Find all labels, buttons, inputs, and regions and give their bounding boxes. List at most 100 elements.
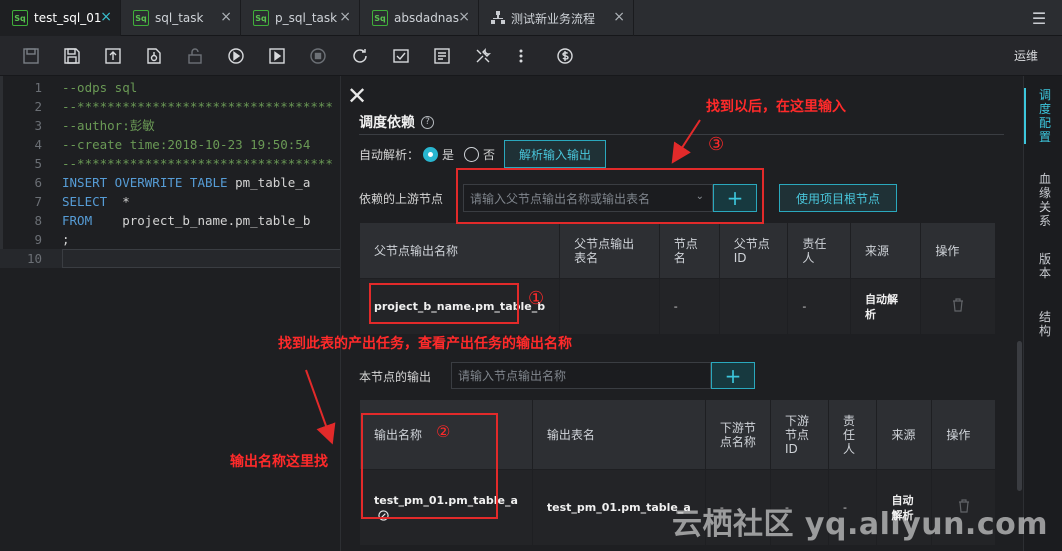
close-icon[interactable]: ✕ <box>347 84 367 108</box>
col-header: 来源 <box>849 222 922 279</box>
right-rail: 调度配置 血缘关系 版本 结构 <box>1023 76 1062 551</box>
col-header: 节点名 <box>658 222 720 279</box>
code-line: 7 SELECT * <box>34 194 130 209</box>
ops-link[interactable]: 运维 <box>1014 47 1038 64</box>
rail-item-lineage[interactable]: 血缘关系 <box>1038 172 1052 228</box>
save-as-icon[interactable] <box>62 46 82 66</box>
section-title-text: 调度依赖 <box>359 115 415 131</box>
col-header: 责任人 <box>827 399 878 470</box>
more-icon[interactable] <box>511 46 531 66</box>
section-title: 调度依赖 ? <box>359 112 434 132</box>
col-header: 操作 <box>920 222 996 279</box>
code-line-current: 10 <box>0 249 340 268</box>
annotation-box-output-name <box>361 413 498 519</box>
toolbar: 运维 <box>0 36 1062 76</box>
annotation-mid-note: 找到此表的产出任务，查看产出任务的输出名称 <box>278 336 572 352</box>
col-header: 输出表名 <box>531 399 706 470</box>
sql-file-icon: Sq <box>133 10 149 26</box>
code-line: 2 --********************************** <box>34 99 333 114</box>
tab-label: absdadnas <box>394 11 460 25</box>
table-header-row: 父节点输出名称 父节点输出表名 节点名 父节点ID 责任人 来源 操作 <box>358 222 996 279</box>
wrench-icon[interactable] <box>473 46 493 66</box>
reload-icon[interactable] <box>350 46 370 66</box>
run-icon[interactable] <box>226 46 246 66</box>
cost-icon[interactable] <box>555 46 575 66</box>
sql-file-icon: Sq <box>12 10 28 26</box>
help-icon[interactable]: ? <box>421 115 434 129</box>
tab-business-flow[interactable]: 测试新业务流程 × <box>479 0 634 36</box>
cell-table-name <box>559 278 660 335</box>
code-line: 4 --create time:2018-10-23 19:50:54 <box>34 137 311 152</box>
col-header: 下游节点ID <box>769 399 829 470</box>
annotation-marker-1: ① <box>528 288 545 309</box>
flow-icon <box>491 11 505 25</box>
cell-owner: - <box>787 278 851 335</box>
col-header: 责任人 <box>787 222 851 279</box>
col-header: 父节点输出表名 <box>559 222 660 279</box>
save-icon[interactable] <box>21 46 41 66</box>
code-line: 1 --odps sql <box>34 80 138 95</box>
code-line: 6 INSERT OVERWRITE TABLE pm_table_a <box>34 175 311 190</box>
lock-icon[interactable] <box>185 46 205 66</box>
divider <box>359 134 1004 135</box>
rail-item-structure[interactable]: 结构 <box>1038 310 1052 338</box>
code-editor[interactable]: 1 --odps sql 2 --*************************… <box>0 76 340 551</box>
code-line: 9; <box>34 232 70 247</box>
tab-label: test_sql_01 <box>34 11 102 25</box>
tab-label: 测试新业务流程 <box>511 11 596 26</box>
tab-label: p_sql_task <box>275 11 338 25</box>
col-header: 操作 <box>931 399 996 470</box>
output-input[interactable]: 请输入节点输出名称 <box>451 362 711 389</box>
cell-source: 自动解析 <box>849 278 922 335</box>
rail-active-indicator <box>1024 88 1026 144</box>
annotation-box-upstream-name <box>369 283 519 324</box>
annotation-marker-3: ③ <box>708 134 725 155</box>
add-output-button[interactable]: + <box>711 362 755 389</box>
close-icon[interactable]: × <box>458 10 470 24</box>
upload-icon[interactable] <box>103 46 123 66</box>
close-icon[interactable]: × <box>613 10 625 24</box>
radio-no[interactable] <box>464 146 480 162</box>
rail-item-version[interactable]: 版本 <box>1038 252 1052 280</box>
cell-action <box>920 278 996 335</box>
parse-io-button[interactable]: 解析输入输出 <box>504 140 607 168</box>
scrollbar[interactable] <box>1017 341 1022 491</box>
annotation-marker-2: ② <box>436 422 451 441</box>
run-params-icon[interactable] <box>267 46 287 66</box>
col-header: 来源 <box>876 399 933 470</box>
tab-sql-task[interactable]: Sq sql_task × <box>121 0 241 36</box>
radio-yes-label: 是 <box>442 147 455 162</box>
check-icon[interactable] <box>391 46 411 66</box>
sql-file-icon: Sq <box>372 10 388 26</box>
annotation-box-upstream <box>456 168 764 224</box>
stop-icon[interactable] <box>308 46 328 66</box>
trash-icon[interactable] <box>952 297 964 312</box>
upstream-label: 依赖的上游节点 <box>359 192 444 206</box>
annotation-top-note: 找到以后，在这里输入 <box>706 99 846 115</box>
format-icon[interactable] <box>432 46 452 66</box>
steal-lock-icon[interactable] <box>144 46 164 66</box>
rail-item-schedule-config[interactable]: 调度配置 <box>1038 88 1052 144</box>
tab-label: sql_task <box>155 11 204 25</box>
code-line: 8 FROM project_b_name.pm_table_b <box>34 213 311 228</box>
close-icon[interactable]: × <box>220 10 232 24</box>
col-header: 父节点ID <box>718 222 789 279</box>
auto-parse-label: 自动解析： <box>359 147 420 162</box>
use-root-node-button[interactable]: 使用项目根节点 <box>779 184 898 212</box>
menu-icon[interactable]: ☰ <box>1016 0 1062 36</box>
auto-parse-row: 自动解析： 是 否 解析输入输出 <box>359 140 607 168</box>
tab-test-sql-01[interactable]: Sq test_sql_01 × <box>0 0 121 37</box>
radio-yes[interactable] <box>423 146 439 162</box>
watermark: 云栖社区 yq.aliyun.com <box>671 507 1048 542</box>
tab-bar: Sq test_sql_01 × Sq sql_task × Sq p_sql_… <box>0 0 1062 37</box>
cell-node-name: - <box>658 278 720 335</box>
tab-p-sql-task[interactable]: Sq p_sql_task × <box>241 0 360 36</box>
radio-no-label: 否 <box>483 147 496 162</box>
annotation-left-note: 输出名称这里找 <box>230 454 328 470</box>
code-line: 5 --********************************** <box>34 156 333 171</box>
col-header: 下游节点名称 <box>704 399 771 470</box>
close-icon[interactable]: × <box>339 10 351 24</box>
tab-absdadnas[interactable]: Sq absdadnas × <box>360 0 479 36</box>
output-label: 本节点的输出 <box>359 370 432 384</box>
close-icon[interactable]: × <box>100 10 112 24</box>
